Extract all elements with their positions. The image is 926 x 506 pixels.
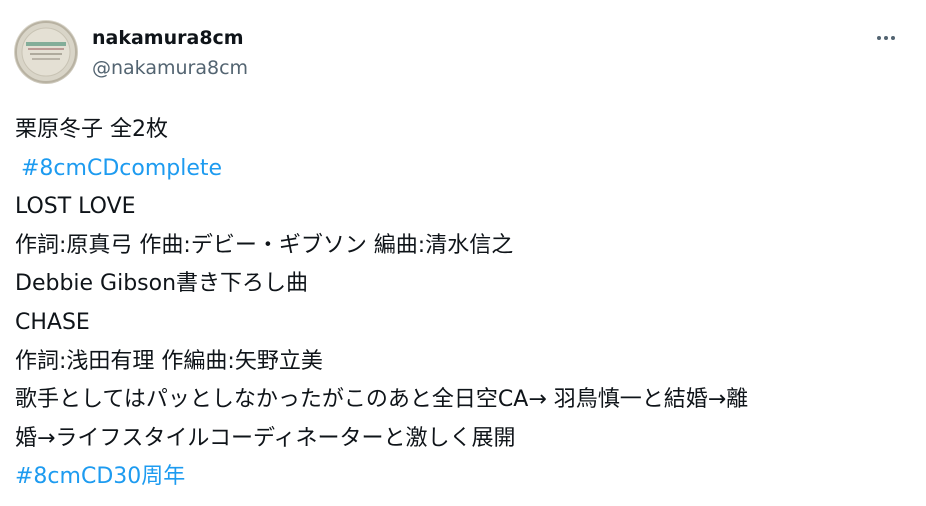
tweet-card: nakamura8cm @nakamura8cm 栗原冬子 全2枚 #8cmCD… bbox=[0, 0, 926, 506]
tweet-line: 歌手としてはパッとしなかったがこのあと全日空CA→ 羽鳥慎一と結婚→離 bbox=[15, 387, 749, 413]
hashtag-link[interactable]: #8cmCD30周年 bbox=[15, 458, 915, 497]
tweet-text: 栗原冬子 全2枚 #8cmCDcomplete LOST LOVE 作詞:原真弓… bbox=[15, 111, 915, 497]
user-info: nakamura8cm @nakamura8cm bbox=[92, 26, 248, 80]
tweet-line: 栗原冬子 全2枚 bbox=[15, 117, 168, 142]
more-horizontal-icon bbox=[877, 36, 895, 40]
tweet-line: 婚→ライフスタイルコーディネーターと激しく展開 bbox=[15, 425, 516, 451]
tweet-line: CHASE bbox=[15, 309, 90, 335]
tweet-line: LOST LOVE bbox=[15, 194, 136, 220]
user-handle[interactable]: @nakamura8cm bbox=[92, 56, 248, 80]
hashtag-link[interactable]: #8cmCDcomplete bbox=[15, 150, 915, 189]
more-options-button[interactable] bbox=[866, 22, 906, 54]
tweet-line: Debbie Gibson書き下ろし曲 bbox=[15, 271, 309, 297]
avatar[interactable] bbox=[14, 20, 78, 84]
tweet-line: 作詞:浅田有理 作編曲:矢野立美 bbox=[15, 348, 323, 374]
profile-avatar-cd-icon bbox=[15, 21, 77, 83]
tweet-line: 作詞:原真弓 作曲:デビー・ギブソン 編曲:清水信之 bbox=[15, 232, 514, 258]
display-name[interactable]: nakamura8cm bbox=[92, 26, 248, 50]
